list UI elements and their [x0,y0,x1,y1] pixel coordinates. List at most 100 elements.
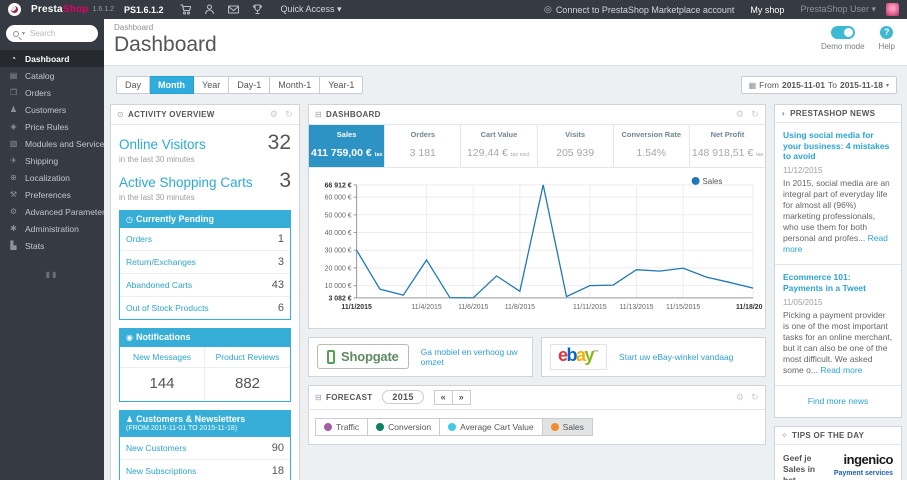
forecast-legend-traffic[interactable]: Traffic [315,417,369,436]
sales-legend-label[interactable]: Sales [703,177,723,186]
find-more-news-link[interactable]: Find more news [775,386,901,417]
legend-label: Sales [562,421,584,432]
forecast-legend-sales[interactable]: Sales [542,417,593,436]
traffic-dot-icon [324,422,332,431]
search-caret-icon[interactable]: ▾ [22,30,25,37]
page-title: Dashboard [114,33,217,56]
customers-row-label[interactable]: New Customers [126,443,186,453]
shop-name-link[interactable]: PS1.6.1.2 [124,5,164,15]
version-label: 1.6.1.2 [92,6,114,13]
collapse-sidebar-button[interactable]: ▮▮ [0,270,104,279]
forecast-legend-average-cart-value[interactable]: Average Cart Value [440,417,543,436]
range-day[interactable]: Day [116,76,151,95]
breadcrumb[interactable]: Dashboard [114,23,897,32]
clock-icon: ◷ [126,215,133,225]
sidebar-item-preferences[interactable]: ⚒ Preferences [0,186,104,203]
trophy-icon[interactable] [252,4,263,15]
sidebar-item-stats[interactable]: ▙ Stats [0,237,104,254]
refresh-icon[interactable]: ↻ [751,392,759,403]
topbar-icons [180,4,263,15]
sidebar-item-shipping[interactable]: ✈ Shipping [0,152,104,169]
read-more-link[interactable]: Read more [783,233,888,254]
sidebar-item-price-rules[interactable]: ◈ Price Rules [0,118,104,135]
sidebar-search[interactable]: ▾ [6,25,98,42]
user-menu[interactable]: PrestaShop User ▾ [800,4,876,15]
pending-row-value: 1 [277,233,284,246]
messages-icon[interactable] [227,4,239,15]
product-reviews-link[interactable]: Product Reviews [205,347,290,368]
forecast-legend-conversion[interactable]: Conversion [368,417,441,436]
pending-row-label[interactable]: Return/Exchanges [126,257,196,267]
gear-icon[interactable]: ⚙ [270,109,278,120]
refresh-icon[interactable]: ↻ [285,109,293,120]
kpi-cart-value[interactable]: Cart Value 129,44 € tax excl. [461,125,538,168]
user-avatar[interactable] [886,3,899,16]
sidebar-item-label: Dashboard [25,53,70,64]
brand-name: PrestaShop [31,4,89,15]
gear-icon[interactable]: ⚙ [736,392,744,403]
cart-icon[interactable] [180,4,191,15]
news-article-title[interactable]: Using social media for your business: 4 … [783,130,893,162]
active-carts-link[interactable]: Active Shopping Carts [119,175,253,190]
next-year-button[interactable]: » [452,389,471,405]
kpi-orders[interactable]: Orders 3 181 [385,125,462,168]
pending-row-label[interactable]: Out of Stock Products [126,303,209,313]
forecast-year[interactable]: 2015 [382,390,424,405]
kpi-strip: Sales 411 759,00 € tax excl. Orders 3 181 Ca… [309,125,765,169]
quick-access-menu[interactable]: Quick Access ▾ [281,4,342,15]
kpi-label: Visits [565,130,586,140]
gear-icon[interactable]: ⚙ [736,109,744,120]
previous-year-button[interactable]: « [433,389,453,405]
sidebar-item-catalog[interactable]: ▤ Catalog [0,67,104,84]
svg-text:11/18/2015: 11/18/2015 [736,304,763,311]
header-tools: Demo mode ? Help [821,26,895,51]
shopgate-logo: Shopgate [317,344,409,370]
sidebar: ▾ ◔ Dashboard ▤ Catalog ❒ Orders ♟ Customers ◈ Pr… [0,19,104,480]
currently-pending-section: ◷ Currently Pending Orders 1 Return/Exchang… [119,210,291,321]
new-messages-link[interactable]: New Messages [120,346,205,368]
help-icon[interactable]: ? [880,26,894,39]
sidebar-item-localization[interactable]: ⊕ Localization [0,169,104,186]
kpi-sales[interactable]: Sales 411 759,00 € tax excl. [309,125,386,168]
sidebar-item-advanced-parameters[interactable]: ⚙ Advanced Parameters [0,203,104,220]
customers-icon: ♟ [9,105,18,114]
customer-icon[interactable] [204,4,215,15]
demo-mode-toggle[interactable] [830,26,855,39]
shopgate-link[interactable]: Ga mobiel en verhoog uw omzet [421,347,524,367]
sidebar-item-customers[interactable]: ♟ Customers [0,101,104,118]
pending-row-label[interactable]: Abandoned Carts [126,280,192,290]
sidebar-item-modules-and-services[interactable]: ▧ Modules and Services [0,135,104,152]
kpi-label: Cart Value [480,130,518,140]
module-cards-row: Shopgate Ga mobiel en verhoog uw omzet e… [308,336,766,377]
range-day-1[interactable]: Day-1 [229,76,271,95]
refresh-icon[interactable]: ↻ [751,109,759,120]
range-year[interactable]: Year [194,76,230,95]
ingenico-logo-text: ingenico [843,451,894,467]
page-header: Dashboard Dashboard Demo mode ? Help [104,19,907,67]
online-visitors-link[interactable]: Online Visitors [119,137,206,152]
sidebar-item-administration[interactable]: ✱ Administration [0,220,104,237]
range-year-1[interactable]: Year-1 [320,76,364,95]
tips-title: TIPS OF THE DAY [792,430,865,440]
customers-row-label[interactable]: New Subscriptions [126,466,196,476]
pending-row-label[interactable]: Orders [126,234,152,244]
middle-column: ⊟ DASHBOARD ⚙ ↻ Sales 411 759,00 € tax ex… [308,104,766,445]
sidebar-item-dashboard[interactable]: ◔ Dashboard [0,50,104,67]
marketplace-link[interactable]: ◎ Connect to PrestaShop Marketplace accou… [544,4,734,15]
ebay-link[interactable]: Start uw eBay-winkel vandaag [619,352,733,362]
date-range-button[interactable]: ▦ From 2015-11-01 To 2015-11-18 ▾ [740,76,897,95]
my-shop-link[interactable]: My shop [750,5,784,15]
news-article-title[interactable]: Ecommerce 101: Payments in a Tweet [783,272,893,293]
sidebar-item-orders[interactable]: ❒ Orders [0,84,104,101]
range-month[interactable]: Month [150,76,195,95]
news-article: Ecommerce 101: Payments in a Tweet 11/05/… [775,265,901,386]
range-month-1[interactable]: Month-1 [270,76,321,95]
kpi-visits[interactable]: Visits 205 939 [538,125,614,168]
search-input[interactable] [28,28,87,39]
read-more-link[interactable]: Read more [820,365,862,375]
kpi-net-profit[interactable]: Net Profit 148 918,51 € tax excl. [690,125,765,167]
sales-legend-dot-icon[interactable] [691,177,700,186]
ebay-letter: e [558,344,568,365]
sidebar-item-label: Customers [25,104,67,115]
kpi-conversion-rate[interactable]: Conversion Rate 1.54% [614,125,690,168]
